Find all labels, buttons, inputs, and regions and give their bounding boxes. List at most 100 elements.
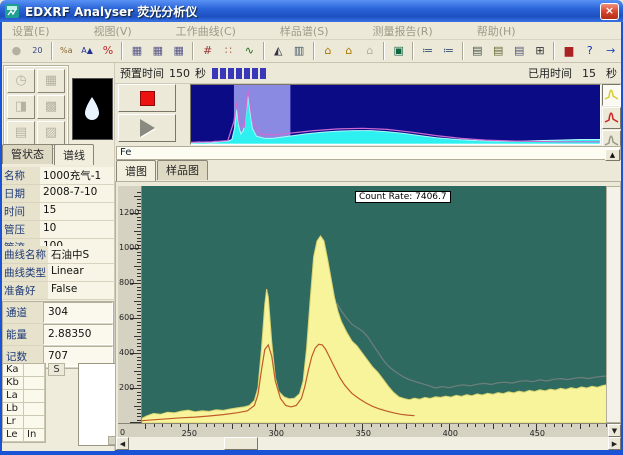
start-button[interactable] — [118, 114, 176, 142]
percent-2-button[interactable]: % — [98, 41, 119, 61]
scroll-thumb[interactable] — [224, 437, 258, 450]
x-tick — [423, 424, 424, 427]
table-delete-button[interactable]: ▦ — [147, 41, 168, 61]
spectrum-chart-button[interactable]: ∿ — [239, 41, 260, 61]
scroll-left-button[interactable]: ◀ — [116, 437, 129, 450]
menu-item-help[interactable]: 帮助(H) — [467, 22, 526, 40]
x-tick — [258, 424, 259, 427]
x-tick-label: 450 — [526, 429, 548, 437]
marker-up-button[interactable]: ▲ — [605, 149, 620, 161]
property-value: Linear — [48, 264, 114, 281]
tab-spectral-lines[interactable]: 谱线 — [54, 144, 94, 165]
spectrum-preview[interactable] — [190, 84, 601, 145]
property-value: 15 — [40, 203, 114, 220]
axis-down-button[interactable]: ▼ — [608, 424, 621, 437]
menu-item-view[interactable]: 视图(V) — [84, 22, 142, 40]
context-help-icon: ? — [580, 42, 599, 60]
list-options-button[interactable]: ≔ — [438, 41, 459, 61]
stop-button[interactable] — [118, 84, 176, 112]
close-button[interactable]: × — [600, 3, 619, 20]
context-help-button[interactable]: ? — [579, 41, 600, 61]
elapsed-time-label: 已用时间 — [528, 65, 572, 81]
line-row: Ka — [3, 364, 45, 377]
tab-tube-status[interactable]: 管状态 — [2, 144, 53, 164]
help-book-button[interactable]: ▆ — [558, 41, 579, 61]
x-tick — [562, 424, 563, 427]
y-tick — [137, 381, 141, 382]
x-tick — [319, 424, 320, 429]
home-disabled-button[interactable]: ⌂ — [359, 41, 380, 61]
edit-button[interactable]: ◨ — [7, 95, 35, 119]
menu-item-settings[interactable]: 设置(E) — [2, 22, 60, 40]
sphere-icon: ● — [7, 42, 26, 60]
dot-grid-button[interactable]: ∷ — [218, 41, 239, 61]
table-insert-button[interactable]: ▦ — [168, 41, 189, 61]
line-cell — [24, 390, 45, 402]
mirror-peak-button[interactable]: ◭ — [268, 41, 289, 61]
monitor-button[interactable]: ▣ — [388, 41, 409, 61]
print-preview-button[interactable]: ▤ — [488, 41, 509, 61]
app-icon — [4, 3, 20, 19]
y-tick — [137, 241, 141, 242]
tab-spectrum-view[interactable]: 谱图 — [116, 160, 156, 181]
y-tick — [137, 325, 141, 326]
menu-item-measure-report[interactable]: 测量报告(R) — [363, 22, 443, 40]
x-tick — [458, 424, 459, 427]
y-tick — [137, 259, 141, 260]
grid-button[interactable]: # — [197, 41, 218, 61]
spectrum-chart-icon: ∿ — [240, 42, 259, 60]
sphere-button[interactable]: ● — [6, 41, 27, 61]
element-field[interactable]: Fe — [116, 146, 621, 160]
x-tick — [345, 424, 346, 427]
tab-sample-view[interactable]: 样品图 — [157, 160, 208, 180]
property-row: 能量2.88350 — [3, 324, 113, 346]
table-new-button[interactable]: ▦ — [126, 41, 147, 61]
home-save-button[interactable]: ⌂ — [338, 41, 359, 61]
clock-button[interactable]: ◷ — [7, 69, 35, 93]
spectrum-plot[interactable]: Count Rate: 7406.7 — [142, 186, 606, 423]
scroll-right-button[interactable]: ▶ — [608, 437, 621, 450]
property-row: 准备好False — [2, 282, 114, 300]
red-peak-button[interactable] — [602, 107, 621, 129]
yellow-peak-button[interactable] — [602, 84, 621, 106]
property-label: 时间 — [2, 203, 40, 220]
toolbar-separator — [462, 42, 464, 60]
title-bar[interactable]: EDXRF Analyser 荧光分析仪 × — [0, 0, 623, 22]
list-settings-button[interactable]: ≔ — [417, 41, 438, 61]
exit-button[interactable]: → — [600, 41, 621, 61]
preset-time-label: 预置时间 — [120, 65, 164, 81]
x-tick — [554, 424, 555, 427]
x-tick — [571, 424, 572, 427]
menu-item-work-curve[interactable]: 工作曲线(C) — [166, 22, 246, 40]
doc-button[interactable]: ▤ — [7, 121, 35, 145]
line-cell — [24, 416, 45, 428]
grid-2-button[interactable]: ▩ — [37, 95, 65, 119]
line-row: LeIn — [3, 429, 45, 442]
property-value: 1000充气-1 — [40, 167, 114, 184]
panel-layout-button[interactable]: ▥ — [289, 41, 310, 61]
vertical-scrollbar[interactable] — [606, 186, 621, 423]
grid-3-button[interactable]: ▨ — [37, 121, 65, 145]
y-tick — [137, 297, 141, 298]
x-tick — [214, 424, 215, 427]
preset-clock-button[interactable]: 20 — [27, 41, 48, 61]
time-panel: 预置时间 150 秒 已用时间 15 秒 — [115, 63, 621, 84]
element-listbox[interactable] — [78, 363, 117, 446]
home-load-button[interactable]: ⌂ — [318, 41, 339, 61]
red-peak-icon — [604, 108, 619, 124]
x-tick — [197, 424, 198, 427]
sample-image — [72, 78, 113, 140]
print-button[interactable]: ▤ — [467, 41, 488, 61]
calculator-button[interactable]: ⊞ — [530, 41, 551, 61]
horizontal-scrollbar[interactable]: ◀ ▶ — [116, 437, 621, 450]
grid-1-button[interactable]: ▦ — [37, 69, 65, 93]
menu-item-sample-spectrum[interactable]: 样品谱(S) — [270, 22, 339, 40]
percent-a-button[interactable]: %a — [56, 41, 77, 61]
x-tick — [502, 424, 503, 427]
y-tick — [137, 220, 141, 221]
calibrate-a-button[interactable]: A▲ — [77, 41, 98, 61]
y-tick — [134, 266, 141, 267]
sidebar-tabs: 管状态谱线 — [2, 146, 115, 164]
y-tick — [137, 322, 141, 323]
print-setup-button[interactable]: ▤ — [509, 41, 530, 61]
